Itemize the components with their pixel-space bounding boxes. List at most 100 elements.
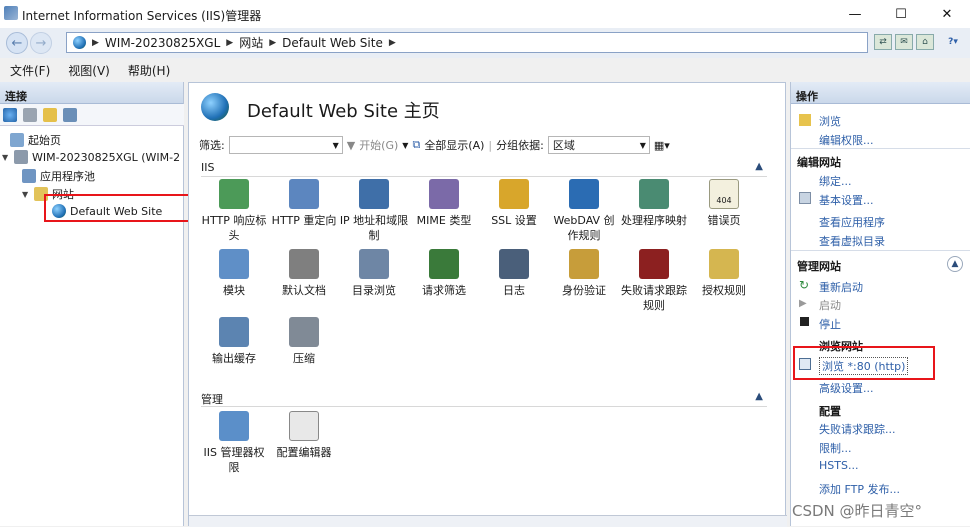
- collapse-icon[interactable]: ▲: [755, 161, 763, 172]
- feature-label: HTTP 重定向: [271, 214, 337, 227]
- chevron-right-icon: ▶: [226, 37, 234, 48]
- funnel-icon: ▼: [346, 138, 356, 152]
- group-by-label: 分组依据:: [496, 139, 544, 152]
- feature-tile[interactable]: 模块: [199, 249, 269, 298]
- network-icon[interactable]: ⇄: [874, 34, 892, 50]
- menu-help[interactable]: 帮助(H): [128, 62, 170, 79]
- show-all-button[interactable]: 全部显示(A): [424, 137, 484, 153]
- divider: [791, 250, 970, 251]
- action-explore[interactable]: 浏览: [819, 113, 841, 129]
- up-folder-icon[interactable]: [43, 107, 57, 122]
- features-view: Default Web Site 主页 筛选: ▼ ▼ 开始(G) ▼ ⧉ 全部…: [188, 82, 787, 527]
- ssl-lock-icon: [499, 179, 529, 209]
- action-limits[interactable]: 限制...: [819, 440, 852, 456]
- tree-item-start-page[interactable]: 起始页: [10, 132, 61, 148]
- breadcrumb-default-site[interactable]: Default Web Site: [282, 36, 383, 50]
- feature-tile[interactable]: 默认文档: [269, 249, 339, 298]
- action-start[interactable]: 启动: [819, 297, 841, 313]
- feature-tile[interactable]: 目录浏览: [339, 249, 409, 298]
- home-icon[interactable]: ⌂: [916, 34, 934, 50]
- action-restart[interactable]: 重新启动: [819, 279, 863, 295]
- back-button[interactable]: ←: [6, 32, 28, 54]
- feature-tile[interactable]: 处理程序映射: [619, 179, 689, 228]
- view-tabs[interactable]: [189, 515, 787, 527]
- collapse-icon[interactable]: ▲: [755, 391, 763, 402]
- tree-item-server[interactable]: ▼ WIM-20230825XGL (WIM-2: [2, 150, 180, 164]
- close-button[interactable]: ✕: [924, 0, 970, 28]
- chevron-down-icon: ▼: [332, 140, 339, 150]
- connect-icon[interactable]: [3, 107, 17, 122]
- forward-button[interactable]: →: [30, 32, 52, 54]
- feature-tile[interactable]: SSL 设置: [479, 179, 549, 228]
- group-header-iis[interactable]: IIS ▲: [201, 161, 767, 177]
- menu-file[interactable]: 文件(F): [10, 62, 50, 79]
- collapse-icon[interactable]: ▲: [947, 256, 963, 272]
- modules-icon: [219, 249, 249, 279]
- feature-tile[interactable]: 身份验证: [549, 249, 619, 298]
- feature-tile[interactable]: 配置编辑器: [269, 411, 339, 460]
- disconnect-icon[interactable]: [63, 107, 77, 122]
- feature-tile[interactable]: 输出缓存: [199, 317, 269, 366]
- feature-tile[interactable]: 404 错误页: [689, 179, 759, 228]
- group-by-select[interactable]: 区域 ▼: [547, 136, 650, 154]
- settings-icon: [799, 192, 811, 204]
- start-filter-button[interactable]: 开始(G): [359, 137, 398, 153]
- action-advanced-settings[interactable]: 高级设置...: [819, 380, 874, 396]
- view-mode-icon[interactable]: ▦▾: [654, 139, 670, 152]
- mail-icon[interactable]: ✉: [895, 34, 913, 50]
- chevron-down-icon[interactable]: ▼: [22, 190, 30, 199]
- logging-icon: [499, 249, 529, 279]
- feature-tile[interactable]: WebDAV 创作规则: [549, 179, 619, 243]
- feature-tile[interactable]: IIS 管理器权限: [199, 411, 269, 475]
- feature-tile[interactable]: 压缩: [269, 317, 339, 366]
- feature-tile[interactable]: MIME 类型: [409, 179, 479, 228]
- action-view-vdirs[interactable]: 查看虚拟目录: [819, 233, 885, 249]
- feature-tile[interactable]: 授权规则: [689, 249, 759, 298]
- feature-label: 身份验证: [562, 284, 606, 297]
- feature-label: SSL 设置: [491, 214, 537, 227]
- action-hsts[interactable]: HSTS...: [819, 459, 858, 472]
- action-stop[interactable]: 停止: [819, 316, 841, 332]
- maximize-button[interactable]: ☐: [878, 0, 924, 28]
- help-icon[interactable]: ?▾: [939, 34, 967, 50]
- output-caching-icon: [219, 317, 249, 347]
- feature-tile[interactable]: HTTP 重定向: [269, 179, 339, 228]
- group-by-value: 区域: [552, 139, 575, 152]
- feature-tile[interactable]: IP 地址和域限制: [339, 179, 409, 243]
- action-bindings[interactable]: 绑定...: [819, 173, 852, 189]
- tree-label: 应用程序池: [40, 170, 95, 183]
- menu-view[interactable]: 视图(V): [68, 62, 110, 79]
- group-header-management[interactable]: 管理 ▲: [201, 391, 767, 407]
- tree-item-app-pools[interactable]: 应用程序池: [22, 168, 95, 184]
- save-icon[interactable]: [23, 107, 37, 122]
- stop-icon: [800, 317, 809, 326]
- feature-tile[interactable]: 失败请求跟踪规则: [619, 249, 689, 313]
- restart-icon: ↻: [799, 278, 810, 292]
- chevron-down-icon[interactable]: ▼: [2, 153, 10, 162]
- failed-request-tracing-icon: [639, 249, 669, 279]
- feature-tile[interactable]: 日志: [479, 249, 549, 298]
- feature-label: 日志: [503, 284, 525, 297]
- action-view-apps[interactable]: 查看应用程序: [819, 214, 885, 230]
- webdav-icon: [569, 179, 599, 209]
- filter-input[interactable]: ▼: [228, 136, 343, 154]
- breadcrumb-server[interactable]: WIM-20230825XGL: [105, 36, 220, 50]
- action-add-ftp[interactable]: 添加 FTP 发布...: [819, 481, 900, 497]
- breadcrumb-sites[interactable]: 网站: [239, 34, 263, 51]
- actions-header: 操作: [791, 82, 970, 104]
- chevron-right-icon: ▶: [388, 37, 396, 48]
- chevron-right-icon: ▶: [269, 37, 277, 48]
- breadcrumb[interactable]: ▶ WIM-20230825XGL ▶ 网站 ▶ Default Web Sit…: [66, 32, 868, 53]
- action-edit-permissions[interactable]: 编辑权限...: [819, 132, 874, 148]
- feature-tile[interactable]: HTTP 响应标头: [199, 179, 269, 243]
- title-bar: Internet Information Services (IIS)管理器 —…: [0, 0, 970, 28]
- section-edit-site: 编辑网站: [797, 156, 841, 169]
- feature-label: 配置编辑器: [276, 446, 332, 459]
- mime-types-icon: [429, 179, 459, 209]
- action-failed-tracing[interactable]: 失败请求跟踪...: [819, 421, 896, 437]
- feature-tile[interactable]: 请求筛选: [409, 249, 479, 298]
- minimize-button[interactable]: —: [832, 0, 878, 28]
- globe-icon: [73, 36, 86, 49]
- action-basic-settings[interactable]: 基本设置...: [819, 192, 874, 208]
- http-response-headers-icon: [219, 179, 249, 209]
